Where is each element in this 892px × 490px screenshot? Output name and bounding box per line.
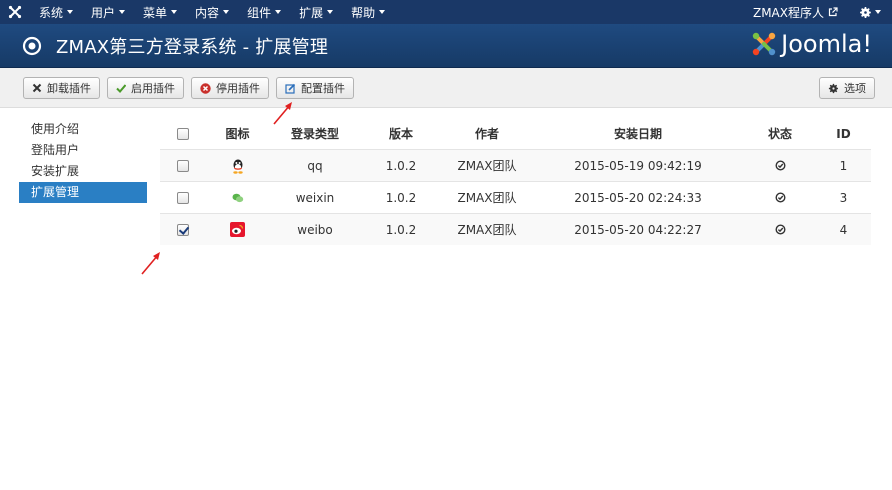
table-row: weibo 1.0.2 ZMAX团队 2015-05-20 04:22:27 4	[160, 213, 871, 245]
row-checkbox[interactable]	[176, 223, 189, 236]
button-label: 选项	[844, 82, 866, 95]
menu-system[interactable]: 系统	[30, 0, 82, 24]
settings-menu[interactable]	[848, 0, 892, 24]
menu-label: 扩展	[299, 5, 324, 20]
table-header-row: 图标 登录类型 版本 作者 安装日期 状态 ID	[160, 118, 871, 149]
sidebar: 使用介绍 登陆用户 安装扩展 扩展管理	[19, 119, 147, 203]
gear-icon	[828, 83, 838, 93]
sidebar-item-manage[interactable]: 扩展管理	[19, 182, 147, 203]
caret-down-icon	[875, 10, 881, 14]
column-header-author: 作者	[474, 127, 499, 141]
author: ZMAX团队	[457, 223, 517, 237]
menu-label: 用户	[91, 5, 116, 20]
table-row: weixin 1.0.2 ZMAX团队 2015-05-20 02:24:33 …	[160, 181, 871, 213]
menu-components[interactable]: 组件	[238, 0, 290, 24]
joomla-menu-icon[interactable]	[0, 0, 30, 24]
menu-label: 系统	[39, 5, 64, 20]
target-icon	[22, 36, 42, 55]
joomla-logo-icon	[752, 32, 776, 56]
user-link[interactable]: ZMAX程序人	[743, 4, 848, 21]
gear-icon	[860, 6, 871, 18]
install-date: 2015-05-20 02:24:33	[574, 190, 702, 205]
menu-label: 菜单	[143, 5, 168, 20]
caret-down-icon	[327, 10, 334, 14]
caret-down-icon	[67, 10, 74, 14]
sidebar-item-intro[interactable]: 使用介绍	[19, 119, 147, 140]
caret-down-icon	[275, 10, 282, 14]
disable-plugin-button[interactable]: 停用插件	[191, 77, 269, 99]
top-navbar: 系统 用户 菜单 内容 组件 扩展 帮助 ZMAX程序人	[0, 0, 892, 24]
published-status-icon[interactable]	[774, 160, 786, 171]
menu-label: 组件	[247, 5, 272, 20]
uninstall-plugin-button[interactable]: 卸载插件	[23, 77, 100, 99]
joomla-logo-text: Joomla!	[781, 30, 872, 58]
weibo-icon	[230, 222, 245, 237]
login-type: weixin	[295, 190, 335, 205]
check-icon	[116, 84, 126, 93]
disable-icon	[200, 82, 211, 94]
button-label: 配置插件	[301, 82, 345, 95]
install-date: 2015-05-19 09:42:19	[574, 158, 702, 173]
extensions-table: 图标 登录类型 版本 作者 安装日期 状态 ID qq 1.0.2 ZMAX团队…	[160, 118, 871, 245]
column-header-icon: 图标	[225, 127, 250, 141]
published-status-icon[interactable]	[774, 192, 786, 203]
select-all-checkbox[interactable]	[176, 127, 189, 140]
options-button[interactable]: 选项	[819, 77, 875, 99]
column-header-date[interactable]: 安装日期	[532, 125, 744, 142]
page-title: ZMAX第三方登录系统 - 扩展管理	[56, 36, 329, 58]
install-date: 2015-05-20 04:22:27	[574, 222, 702, 237]
enable-plugin-button[interactable]: 启用插件	[107, 77, 184, 99]
main-menu: 系统 用户 菜单 内容 组件 扩展 帮助	[30, 0, 394, 24]
column-header-id[interactable]: ID	[816, 127, 871, 141]
caret-down-icon	[223, 10, 230, 14]
column-header-type[interactable]: 登录类型	[270, 125, 360, 142]
button-label: 停用插件	[216, 82, 260, 95]
published-status-icon[interactable]	[774, 224, 786, 235]
row-id: 1	[839, 158, 848, 173]
sidebar-item-install[interactable]: 安装扩展	[19, 161, 147, 182]
menu-extensions[interactable]: 扩展	[290, 0, 342, 24]
login-type: weibo	[297, 222, 333, 237]
version: 1.0.2	[385, 190, 417, 205]
menu-label: 帮助	[351, 5, 376, 20]
menu-users[interactable]: 用户	[82, 0, 134, 24]
author: ZMAX团队	[457, 159, 517, 173]
close-icon	[32, 83, 42, 93]
row-id: 3	[839, 190, 848, 205]
configure-plugin-button[interactable]: 配置插件	[276, 77, 354, 99]
edit-icon	[285, 83, 296, 94]
joomla-logo[interactable]: Joomla!	[751, 30, 872, 58]
external-link-icon	[828, 7, 838, 17]
button-label: 启用插件	[131, 82, 175, 95]
menu-content[interactable]: 内容	[186, 0, 238, 24]
column-header-status[interactable]: 状态	[744, 125, 816, 142]
page-header: ZMAX第三方登录系统 - 扩展管理 Joomla!	[0, 24, 892, 68]
caret-down-icon	[119, 10, 126, 14]
version: 1.0.2	[385, 158, 417, 173]
table-row: qq 1.0.2 ZMAX团队 2015-05-19 09:42:19 1	[160, 149, 871, 181]
annotation-arrow-icon	[141, 252, 160, 275]
toolbar: 卸载插件 启用插件 停用插件 配置插件 选项	[0, 68, 892, 108]
sidebar-item-logged-users[interactable]: 登陆用户	[19, 140, 147, 161]
menu-label: 内容	[195, 5, 220, 20]
row-checkbox[interactable]	[176, 191, 189, 204]
column-header-version: 版本	[388, 127, 413, 141]
menu-menus[interactable]: 菜单	[134, 0, 186, 24]
qq-icon	[232, 159, 243, 174]
author: ZMAX团队	[457, 191, 517, 205]
row-checkbox[interactable]	[176, 159, 189, 172]
login-type: qq	[307, 158, 323, 173]
user-name: ZMAX程序人	[752, 5, 824, 20]
caret-down-icon	[171, 10, 178, 14]
annotation-arrow-icon	[273, 102, 292, 125]
version: 1.0.2	[385, 222, 417, 237]
menu-help[interactable]: 帮助	[342, 0, 394, 24]
button-label: 卸载插件	[47, 82, 91, 95]
weixin-icon	[232, 193, 243, 202]
row-id: 4	[839, 222, 848, 237]
caret-down-icon	[379, 10, 386, 14]
